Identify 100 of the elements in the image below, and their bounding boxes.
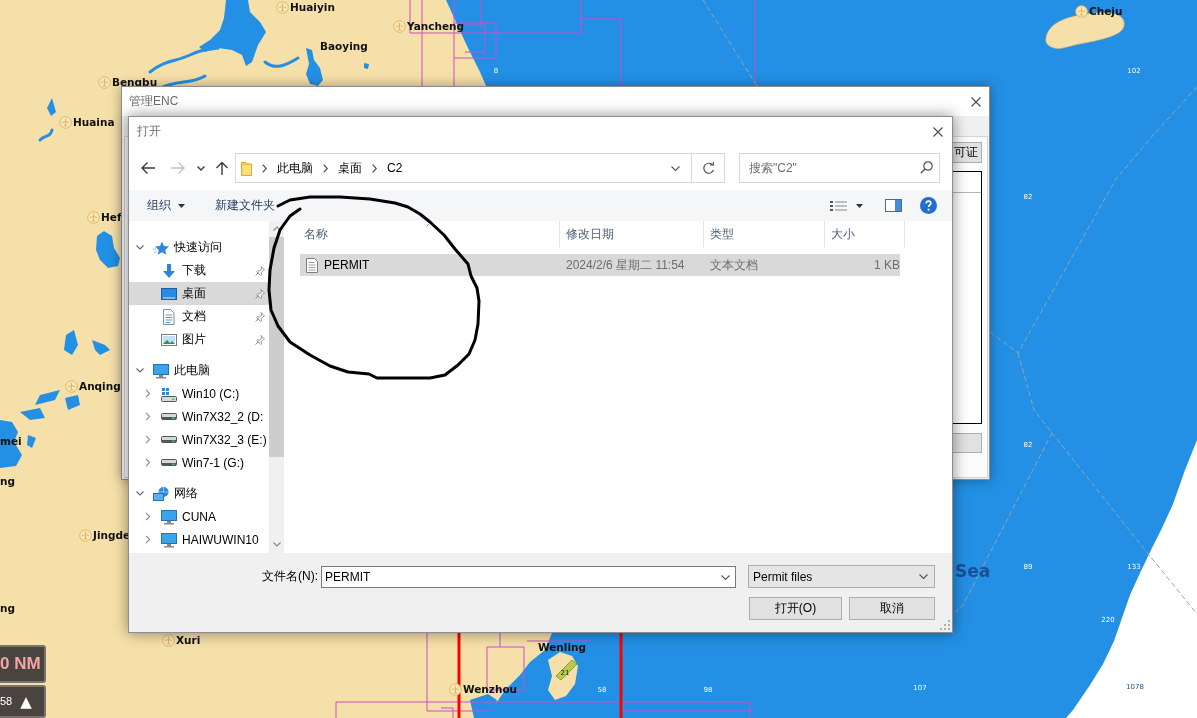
search-field[interactable]: 搜索"C2" [739,153,940,183]
folder-icon [241,160,252,176]
expand-chevron-icon[interactable] [144,458,152,467]
dialog-title: 打开 [137,123,161,140]
lake [96,231,120,268]
airport-icon [87,210,100,224]
help-icon[interactable] [920,197,937,214]
scroll-up-icon[interactable] [272,226,281,231]
open-button[interactable]: 打开(O) [749,597,842,620]
marker-icon [555,659,578,681]
chevron-right-icon[interactable] [262,163,267,173]
river [263,56,300,68]
network-icon [153,485,169,502]
drive-icon [161,413,177,420]
nav-pane-item[interactable]: 快速访问 [129,236,269,259]
expand-chevron-icon[interactable] [144,435,152,444]
sea-label: Sea [955,561,991,581]
up-arrow-icon[interactable] [215,160,229,176]
chevron-right-icon[interactable] [323,163,328,173]
place-label: Huaina [73,115,115,129]
toolbar-button[interactable]: 新建文件夹 [215,197,275,214]
airport-icon [1075,4,1088,18]
monitor-icon [161,508,177,525]
view-options-icon[interactable] [830,199,847,212]
nav-pane-item[interactable]: 桌面 [129,282,269,305]
drive-icon [161,459,177,466]
file-type: 文本文档 [709,256,759,274]
expand-chevron-icon[interactable] [144,535,152,544]
breadcrumb[interactable]: C2 [387,161,403,175]
file-type-dropdown[interactable]: Permit files [748,565,935,588]
preview-pane-icon[interactable] [885,199,902,212]
nav-pane-item[interactable]: CUNA [129,505,269,528]
airport-icon [79,528,92,542]
nav-pane-item[interactable]: HAIWUWIN10 [129,528,269,551]
picture-icon [161,331,177,348]
airport-icon [393,19,406,33]
chevron-down-icon[interactable] [721,574,730,580]
cancel-button[interactable]: 取消 [849,597,935,620]
menu-button[interactable]: 组织 [147,197,185,214]
nav-pane-item[interactable]: 文档 [129,305,269,328]
date-modified: 2024/2/6 星期二 11:54 [565,256,686,274]
scale-distance: 0 NM [0,654,41,674]
chevron-right-icon[interactable] [372,163,377,173]
window-title: 管理ENC [129,93,180,110]
refresh-icon[interactable] [701,161,715,175]
address-bar[interactable]: 此电脑 桌面 C2 [235,153,725,183]
place-label: Hef [101,210,122,224]
nav-pane-item[interactable]: 下载 [129,259,269,282]
scrollbar-thumb[interactable] [269,237,284,457]
airport-icon [65,379,78,393]
breadcrumb[interactable]: 桌面 [338,159,362,177]
file-name: PERMIT [324,258,370,272]
back-arrow-icon[interactable] [140,161,156,175]
expand-chevron-icon[interactable] [144,512,152,521]
lake [92,340,110,355]
chevron-down-icon[interactable] [671,165,680,171]
resize-grip-icon[interactable] [940,620,950,630]
expand-chevron-icon[interactable] [136,368,144,373]
desktop-icon [161,285,177,302]
scroll-down-icon[interactable] [272,542,281,547]
column-header[interactable]: 大小 [825,221,905,247]
lake [364,63,369,69]
expand-chevron-icon[interactable] [136,245,144,250]
expand-chevron-icon[interactable] [144,412,152,421]
lake [199,0,266,66]
file-row[interactable]: PERMIT 2024/2/6 星期二 11:54 文本文档 1 KB [300,254,900,276]
column-header[interactable]: 修改日期 [560,221,704,247]
column-header[interactable]: 名称 [300,221,560,247]
chevron-down-icon[interactable] [197,165,205,171]
filename-field[interactable]: PERMIT [321,565,736,588]
system-drive-icon [161,385,177,402]
place-label: Baoying [320,39,368,53]
nav-pane-item[interactable]: Win10 (C:) [129,382,269,405]
place-label: ng [0,474,15,488]
nav-pane-item[interactable]: 网络 [129,482,269,505]
expand-chevron-icon[interactable] [144,389,152,398]
nav-pane-item[interactable]: Win7X32_2 (D: [129,405,269,428]
monitor-icon [153,362,169,379]
place-label: Anqing [79,379,121,393]
search-icon[interactable] [920,161,933,174]
place-label: ng [0,601,15,615]
scrollbar[interactable] [269,221,284,553]
river [38,128,54,142]
lake [27,435,36,448]
nav-pane-item[interactable]: 此电脑 [129,359,269,382]
expand-chevron-icon[interactable] [136,491,144,496]
airport-icon [276,0,289,14]
monitor-icon [161,531,177,548]
lake [65,395,80,410]
document-icon [161,308,177,325]
nav-pane-item[interactable]: Win7-1 (G:) [129,451,269,474]
nav-pane-item[interactable]: Win7X32_3 (E:) [129,428,269,451]
chevron-down-icon [919,574,928,579]
breadcrumb[interactable]: 此电脑 [277,159,313,177]
caret-icon[interactable] [856,203,863,208]
triangle-icon: ▲ [20,693,32,710]
column-header[interactable]: 类型 [704,221,825,247]
close-icon[interactable] [933,126,943,137]
nav-pane-item[interactable]: 图片 [129,328,269,351]
close-icon[interactable] [971,96,981,107]
